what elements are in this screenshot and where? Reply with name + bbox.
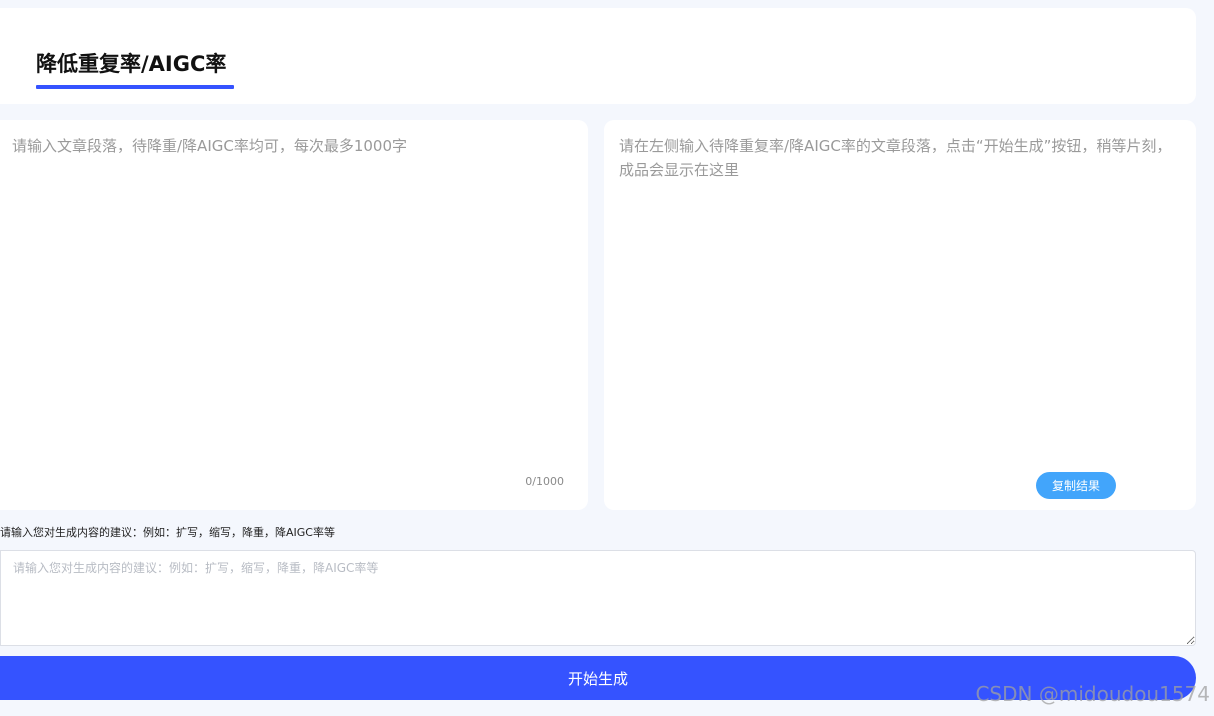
char-counter: 0/1000 [525, 475, 564, 488]
suggestion-label: 请输入您对生成内容的建议：例如：扩写，缩写，降重，降AIGC率等 [0, 526, 335, 539]
watermark: CSDN @midoudou1574 [975, 682, 1210, 706]
result-panel: 请在左侧输入待降重复率/降AIGC率的文章段落，点击“开始生成”按钮，稍等片刻，… [604, 120, 1196, 510]
header-card: 降低重复率/AIGC率 [0, 8, 1196, 104]
copy-result-button[interactable]: 复制结果 [1036, 472, 1116, 499]
source-panel: 0/1000 [0, 120, 588, 510]
suggestion-input[interactable] [0, 550, 1196, 646]
source-text-input[interactable] [12, 134, 572, 454]
active-tab-underline [36, 85, 234, 89]
page-title: 降低重复率/AIGC率 [36, 52, 227, 76]
result-placeholder: 请在左侧输入待降重复率/降AIGC率的文章段落，点击“开始生成”按钮，稍等片刻，… [619, 137, 1172, 179]
page: 降低重复率/AIGC率 0/1000 请在左侧输入待降重复率/降AIGC率的文章… [0, 0, 1214, 716]
